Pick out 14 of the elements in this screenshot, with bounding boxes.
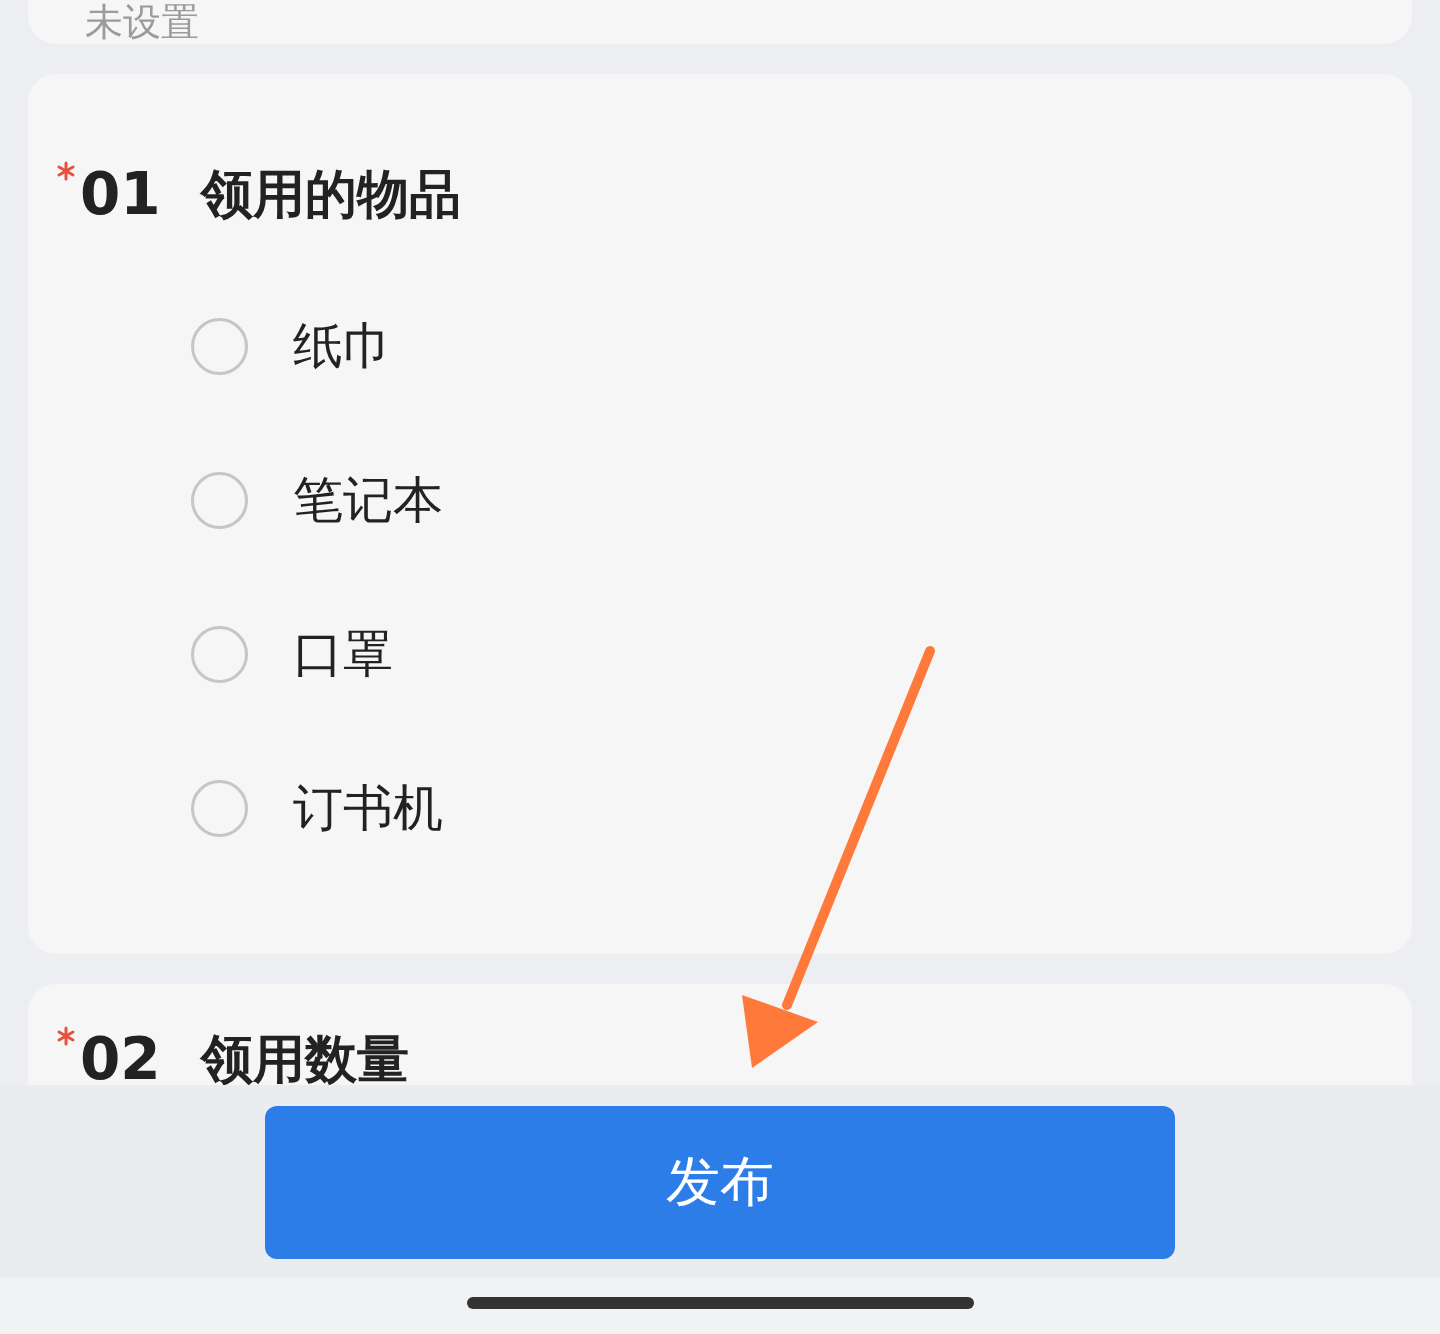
home-indicator[interactable] — [466, 1297, 974, 1309]
publish-button[interactable]: 发布 — [265, 1106, 1175, 1259]
option-label[interactable]: 口罩 — [293, 622, 393, 686]
radio-button[interactable] — [191, 625, 248, 683]
option-label[interactable]: 订书机 — [293, 776, 443, 840]
radio-button[interactable] — [191, 779, 248, 837]
option-label[interactable]: 纸巾 — [293, 314, 393, 378]
radio-button[interactable] — [191, 317, 248, 375]
question-number: 02 — [80, 1024, 161, 1085]
option-label[interactable]: 笔记本 — [293, 468, 443, 532]
question-number: 01 — [80, 159, 161, 229]
question-title: 领用的物品 — [200, 163, 461, 226]
radio-button[interactable] — [191, 471, 248, 529]
setting-value: 未设置 — [85, 0, 199, 44]
